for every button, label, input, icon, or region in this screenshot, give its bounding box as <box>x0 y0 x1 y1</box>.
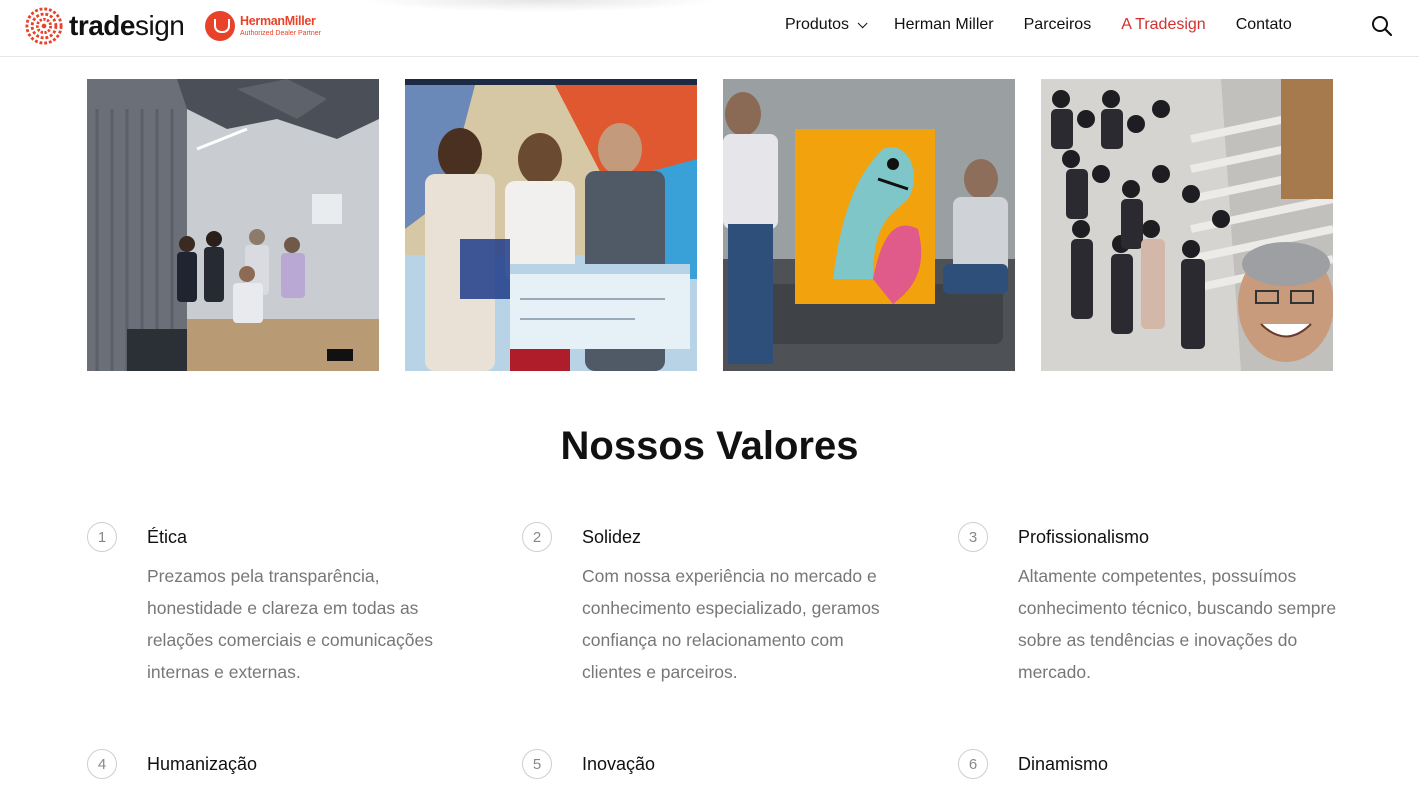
logo-text: tradesign <box>69 10 185 42</box>
partner-subtitle: Authorized Dealer Partner <box>240 29 321 37</box>
value-title: Humanização <box>147 754 258 774</box>
value-title: Dinamismo <box>1018 754 1109 774</box>
search-icon[interactable] <box>1371 15 1393 37</box>
header-shadow <box>360 0 720 12</box>
nav-label: Contato <box>1235 16 1292 33</box>
nav-label: Parceiros <box>1023 16 1092 33</box>
value-number: 5 <box>522 749 552 779</box>
award-ceremony-photo[interactable] <box>405 79 697 371</box>
value-description: Com nossa experiência no mercado e conhe… <box>582 566 880 682</box>
chevron-down-icon <box>857 17 868 28</box>
value-item-6: 6 Dinamismo <box>958 749 1338 785</box>
value-description: Altamente competentes, possuímos conheci… <box>1018 566 1337 682</box>
artwork-sofa-photo[interactable] <box>723 79 1015 371</box>
team-selfie-stairs-photo[interactable] <box>1041 79 1333 371</box>
value-title: Inovação <box>582 754 656 774</box>
value-item-2: 2 Solidez Com nossa experiência no merca… <box>522 522 902 692</box>
value-number: 4 <box>87 749 117 779</box>
value-title: Profissionalismo <box>1018 527 1150 547</box>
nav-item-parceiros[interactable]: Parceiros <box>1024 16 1092 34</box>
nav-item-produtos[interactable]: Produtos <box>785 16 868 34</box>
nav-item-a-tradesign[interactable]: A Tradesign <box>1121 16 1206 34</box>
team-meeting-room-photo[interactable] <box>87 79 379 371</box>
partner-text: HermanMiller Authorized Dealer Partner <box>240 15 321 37</box>
tradesign-logo[interactable]: tradesign <box>25 7 185 45</box>
site-header: tradesign HermanMiller Authorized Dealer… <box>0 0 1419 57</box>
herman-miller-partner-logo[interactable]: HermanMiller Authorized Dealer Partner <box>205 11 321 41</box>
nav-label: Produtos <box>785 16 850 33</box>
logo-text-bold: trade <box>69 10 135 41</box>
nav-label: Herman Miller <box>894 16 994 33</box>
value-number: 3 <box>958 522 988 552</box>
value-item-3: 3 Profissionalismo Altamente competentes… <box>958 522 1338 692</box>
value-item-1: 1 Ética Prezamos pela transparência, hon… <box>87 522 467 692</box>
value-title: Ética <box>147 527 188 547</box>
value-number: 6 <box>958 749 988 779</box>
partner-name: HermanMiller <box>240 14 316 29</box>
value-number: 2 <box>522 522 552 552</box>
herman-miller-logo-icon <box>205 11 235 41</box>
tradesign-spiral-icon <box>25 7 63 45</box>
value-title: Solidez <box>582 527 642 547</box>
logo-text-light: sign <box>134 10 185 41</box>
photo-gallery <box>87 79 1359 371</box>
value-number: 1 <box>87 522 117 552</box>
main-nav: Produtos Herman Miller Parceiros A Trade… <box>785 16 1322 34</box>
nav-item-contato[interactable]: Contato <box>1236 16 1292 34</box>
section-title: Nossos Valores <box>560 424 859 468</box>
nav-item-herman-miller[interactable]: Herman Miller <box>894 16 994 34</box>
value-item-4: 4 Humanização <box>87 749 467 785</box>
value-item-5: 5 Inovação <box>522 749 902 785</box>
value-description: Prezamos pela transparência, honestidade… <box>147 566 433 682</box>
nav-label: A Tradesign <box>1121 16 1206 33</box>
